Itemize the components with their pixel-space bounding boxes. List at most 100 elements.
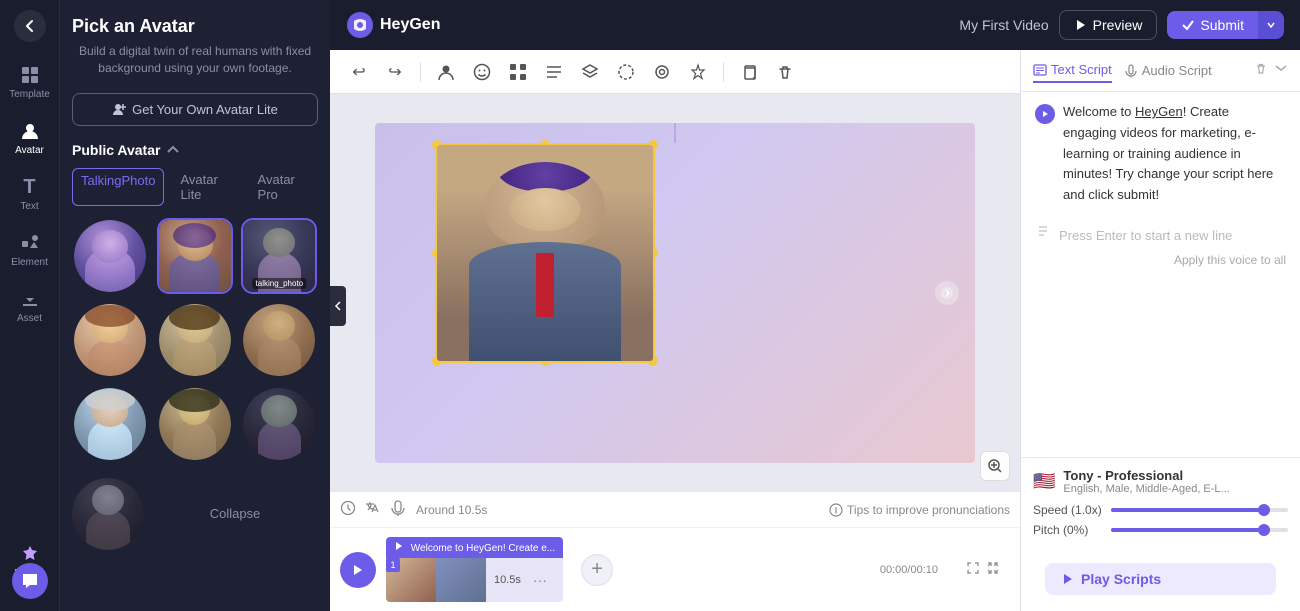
expand-icon-1[interactable] (966, 561, 980, 578)
tab-audio-script[interactable]: Audio Script (1124, 59, 1212, 82)
timeline-play-button[interactable] (340, 552, 376, 588)
collapse-button[interactable]: Collapse (152, 506, 318, 521)
back-button[interactable] (14, 10, 46, 42)
timeline-icons (340, 500, 380, 519)
avatar-item-1[interactable] (72, 218, 148, 294)
chat-area: Pricing (4, 525, 56, 601)
element-icon (19, 232, 41, 254)
preview-button[interactable]: Preview (1059, 10, 1158, 40)
zoom-button[interactable] (980, 451, 1010, 481)
pitch-slider[interactable] (1111, 528, 1288, 532)
sidebar-label-element: Element (11, 257, 48, 268)
submit-dropdown-button[interactable] (1258, 11, 1284, 39)
person-icon (437, 63, 455, 81)
sidebar-item-template[interactable]: Template (4, 56, 56, 108)
heygen-name: HeyGen (380, 16, 440, 34)
canvas-guideline-top (675, 123, 676, 143)
speed-row: Speed (1.0x) (1033, 503, 1288, 517)
clock-icon[interactable] (340, 500, 356, 519)
timeline-clip[interactable]: 1 10.5s ··· (386, 558, 563, 602)
layers-icon (581, 63, 599, 81)
tab-avatar-lite[interactable]: Avatar Lite (172, 168, 241, 206)
script-delete-button[interactable] (1254, 61, 1268, 80)
avatar-item-talking[interactable]: talking_photo (241, 218, 317, 294)
speed-thumb[interactable] (1258, 504, 1270, 516)
chevron-down-icon (1266, 20, 1276, 30)
avatar-item-7[interactable] (72, 386, 148, 462)
heygen-logo-icon (346, 11, 374, 39)
panel-subtitle: Build a digital twin of real humans with… (72, 43, 318, 77)
avatar-bottom[interactable] (72, 478, 144, 550)
voice-settings: 🇺🇸 Tony - Professional English, Male, Mi… (1021, 457, 1300, 547)
sidebar-label-asset: Asset (17, 313, 42, 324)
panel-collapse-arrow[interactable] (330, 286, 346, 326)
public-avatar-title: Public Avatar (72, 142, 180, 158)
voice-desc: English, Male, Middle-Aged, E-L... (1063, 483, 1288, 495)
tips-link[interactable]: Tips to improve pronunciations (829, 503, 1010, 517)
avatar-item-8[interactable] (157, 386, 233, 462)
tips-label: Tips to improve pronunciations (847, 503, 1010, 517)
script-expand-button[interactable] (1274, 61, 1288, 80)
person-button[interactable] (431, 57, 461, 87)
script-text-content: Welcome to HeyGen! Create engaging video… (1063, 104, 1273, 202)
emoji-button[interactable] (467, 57, 497, 87)
speed-label: Speed (1.0x) (1033, 503, 1103, 517)
avatar-collapse-placeholder[interactable] (241, 386, 317, 462)
tab-avatar-pro[interactable]: Avatar Pro (250, 168, 318, 206)
right-panel: Text Script Audio Script (1020, 50, 1300, 611)
info-icon (829, 503, 843, 517)
expand-icon-2[interactable] (986, 561, 1000, 578)
clip-thumbnail-2 (436, 558, 486, 602)
avatar-item-4[interactable] (72, 302, 148, 378)
emoji-icon (473, 63, 491, 81)
avatar-item-6[interactable] (241, 302, 317, 378)
script-text-block[interactable]: Welcome to HeyGen! Create engaging video… (1063, 102, 1286, 206)
scene-number-badge: 1 (386, 558, 400, 572)
sidebar-item-element[interactable]: Element (4, 224, 56, 276)
add-scene-button[interactable]: + (581, 554, 613, 586)
get-avatar-button[interactable]: Get Your Own Avatar Lite (72, 93, 318, 126)
grid-button[interactable] (503, 57, 533, 87)
play-scripts-button[interactable]: Play Scripts (1045, 563, 1276, 595)
sidebar-item-text[interactable]: T Text (4, 168, 56, 220)
avatar-item-5[interactable] (157, 302, 233, 378)
new-line-row: Press Enter to start a new line (1035, 216, 1286, 247)
magic-button[interactable] (683, 57, 713, 87)
template-icon (19, 64, 41, 86)
mask-button[interactable] (611, 57, 641, 87)
text-script-icon (1033, 63, 1047, 77)
copy-button[interactable] (734, 57, 764, 87)
voice-settings-icon[interactable] (390, 500, 406, 519)
get-avatar-label: Get Your Own Avatar Lite (132, 102, 278, 117)
submit-button[interactable]: Submit (1167, 11, 1258, 39)
play-scripts-icon (1061, 572, 1075, 586)
tab-talking-photo[interactable]: TalkingPhoto (72, 168, 164, 206)
layers-button[interactable] (575, 57, 605, 87)
redo-button[interactable]: ↪ (380, 57, 410, 87)
canvas-avatar[interactable] (435, 143, 655, 363)
align-icon (545, 63, 563, 81)
undo-button[interactable]: ↩ (344, 57, 374, 87)
tab-text-script[interactable]: Text Script (1033, 58, 1112, 83)
avatar-grid: talking_photo (72, 218, 318, 462)
sidebar-item-avatar[interactable]: Avatar (4, 112, 56, 164)
panel-title: Pick an Avatar (72, 16, 318, 37)
clip-menu-button[interactable]: ··· (529, 572, 551, 588)
canvas-forward-arrow[interactable] (935, 281, 959, 305)
translate-icon[interactable] (364, 500, 380, 519)
apply-voice-button[interactable]: Apply this voice to all (1035, 253, 1286, 267)
copy-icon (740, 63, 758, 81)
avatar-item-2[interactable] (157, 218, 233, 294)
pitch-thumb[interactable] (1258, 524, 1270, 536)
sidebar-item-asset[interactable]: Asset (4, 280, 56, 332)
speed-slider[interactable] (1111, 508, 1288, 512)
timeline-expand-icons (956, 561, 1010, 578)
shape-button[interactable] (647, 57, 677, 87)
voice-name: Tony - Professional (1063, 468, 1288, 483)
voice-info: Tony - Professional English, Male, Middl… (1063, 468, 1288, 495)
chat-button[interactable] (12, 563, 48, 599)
delete-button[interactable] (770, 57, 800, 87)
play-scripts-label: Play Scripts (1081, 571, 1161, 587)
new-line-placeholder[interactable]: Press Enter to start a new line (1059, 228, 1232, 243)
align-button[interactable] (539, 57, 569, 87)
